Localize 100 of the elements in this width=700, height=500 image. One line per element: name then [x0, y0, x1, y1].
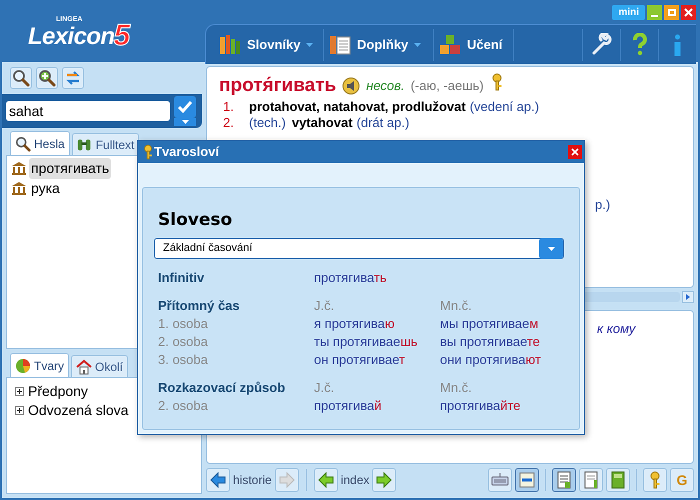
scroll-right-button[interactable]	[682, 291, 694, 303]
word-form: протягивай	[314, 398, 382, 413]
search-button[interactable]	[10, 67, 32, 89]
notebook-icon	[329, 34, 351, 56]
inflection-button[interactable]	[643, 468, 667, 492]
tree-item[interactable]: Odvozená slova	[28, 400, 128, 421]
person-label: 3. osoba	[158, 352, 208, 367]
person-label: 2. osoba	[158, 398, 208, 413]
person-label: 2. osoba	[158, 334, 208, 349]
app-logo: Lexicon	[28, 25, 114, 49]
history-label: historie	[233, 472, 272, 489]
key-icon	[142, 144, 154, 160]
document-icon	[555, 471, 573, 489]
logo-number: 5	[114, 23, 130, 49]
tab[interactable]: Okolí	[71, 355, 128, 377]
tab[interactable]: Hesla	[10, 131, 70, 155]
section-heading: Sloveso	[158, 209, 234, 230]
index-label: index	[340, 472, 370, 489]
info-icon	[674, 34, 681, 56]
inflection-button[interactable]	[490, 73, 504, 91]
phrase-text: к кому	[597, 321, 636, 336]
view-button[interactable]	[606, 468, 630, 492]
search-icon	[12, 69, 30, 87]
menu-button[interactable]: Slovníky	[214, 28, 324, 60]
word-form: вы протягиваете	[440, 334, 540, 349]
search-icon	[15, 136, 31, 152]
word-form: протягивайте	[440, 398, 521, 413]
result-item[interactable]: протягивать	[29, 158, 112, 178]
note-text: (vedení ap.)	[470, 98, 540, 116]
panel-icon	[518, 471, 536, 489]
close-icon	[684, 8, 693, 17]
speaker-button[interactable]	[342, 77, 360, 95]
swap-icon	[64, 69, 82, 87]
sense-number: 2.	[223, 114, 235, 132]
check-icon	[178, 101, 192, 113]
speaker-icon	[342, 77, 360, 95]
sense-number: 1.	[223, 98, 235, 116]
row-label: Přítomný čas	[158, 298, 240, 313]
previous-button[interactable]	[314, 468, 338, 492]
close-button[interactable]	[681, 5, 696, 20]
caret-icon	[306, 42, 314, 46]
pie-chart-icon	[15, 358, 31, 374]
dialog-title: Tvarosloví	[154, 143, 220, 162]
result-item[interactable]: рука	[29, 178, 62, 198]
museum-icon	[11, 160, 27, 176]
page-icon	[582, 471, 600, 489]
row-label: Rozkazovací způsob	[158, 380, 286, 395]
word-form: ты протягиваешь	[314, 334, 418, 349]
word-form: я протягиваю	[314, 316, 395, 331]
tab[interactable]: Tvary	[10, 353, 69, 377]
column-header: J.č.	[314, 380, 334, 395]
blocks-icon	[439, 34, 461, 56]
word-form: мы протягиваем	[440, 316, 538, 331]
keyboard-button[interactable]	[488, 468, 512, 492]
house-icon	[76, 358, 92, 374]
binoculars-icon	[76, 136, 93, 152]
next-button[interactable]	[372, 468, 396, 492]
swap-button[interactable]	[62, 67, 84, 89]
search-field[interactable]: sahat	[6, 101, 170, 121]
word-form: он протягивает	[314, 352, 405, 367]
view-button[interactable]	[552, 468, 576, 492]
arrow-left-icon	[316, 471, 335, 489]
key-icon	[650, 471, 660, 489]
close-button[interactable]	[568, 145, 582, 159]
view-button[interactable]	[579, 468, 603, 492]
dropdown-button[interactable]	[174, 118, 196, 126]
column-header: Mn.č.	[440, 298, 472, 313]
key-icon	[490, 73, 504, 91]
tab[interactable]: Fulltext	[72, 133, 140, 155]
tree-item[interactable]: Předpony	[28, 381, 88, 402]
translation-text: protahovat, natahovat, prodlužovat	[249, 98, 466, 116]
caret-icon	[686, 294, 690, 300]
zoom-button[interactable]	[36, 67, 58, 89]
translation-text: vytahovat	[292, 114, 353, 132]
museum-icon	[11, 180, 27, 196]
row-label: Infinitiv	[158, 270, 204, 285]
menu-button[interactable]: Učení	[434, 28, 514, 60]
menu-button[interactable]: Doplňky	[324, 28, 434, 60]
arrow-right-icon	[375, 471, 394, 489]
confirm-button[interactable]	[174, 96, 196, 118]
close-icon	[571, 148, 579, 156]
caret-icon	[548, 246, 554, 250]
forms-text: (-аю, -аешь)	[410, 77, 484, 96]
caret-icon	[182, 120, 188, 124]
arrow-left-icon	[209, 471, 227, 489]
column-header: Mn.č.	[440, 380, 472, 395]
person-label: 1. osoba	[158, 316, 208, 331]
conjugation-select[interactable]: Základní časování	[154, 238, 564, 259]
note-text: (drát ap.)	[356, 114, 410, 132]
word-form: протягивать	[314, 270, 387, 285]
caret-icon	[414, 42, 422, 46]
headword: протя́гивать	[219, 74, 336, 98]
back-button[interactable]	[206, 468, 230, 492]
arrow-right-icon	[278, 471, 296, 489]
column-header: J.č.	[314, 298, 334, 313]
word-form: они протягивают	[440, 352, 541, 367]
book-icon	[609, 471, 627, 489]
grammar-label: несов.	[366, 77, 405, 96]
note-text: p.)	[595, 196, 610, 214]
zoom-in-icon	[38, 69, 56, 87]
